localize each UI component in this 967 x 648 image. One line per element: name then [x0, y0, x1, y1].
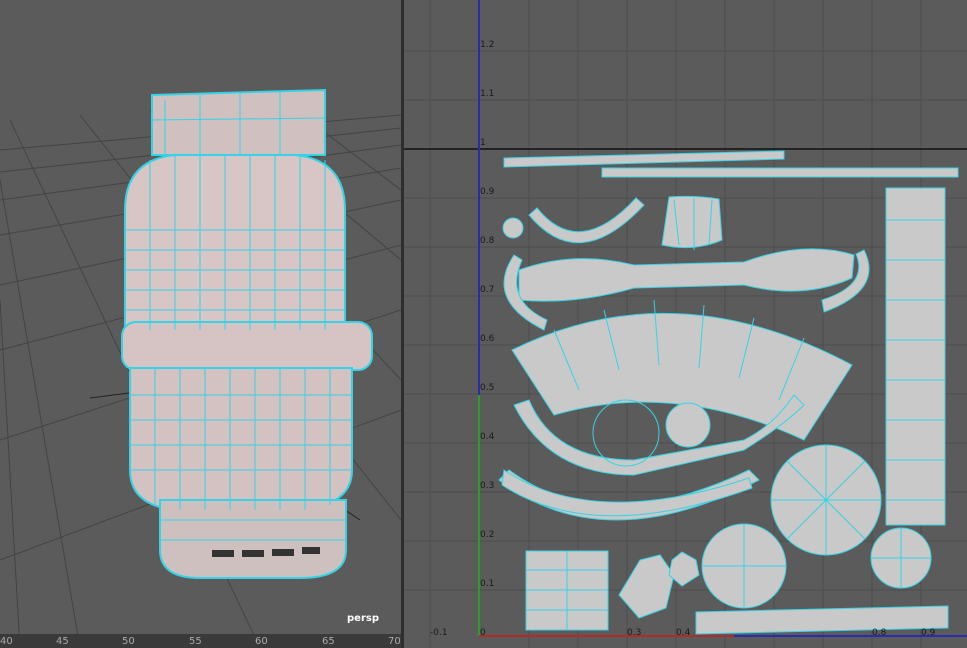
uv-editor[interactable]: 1.2 1.1 1 0.9 0.8 0.7 0.6 0.5 0.4 0.3 0.… — [404, 0, 967, 648]
gas-tank-model[interactable] — [121, 88, 373, 579]
v-tick-label: 0.2 — [480, 530, 495, 540]
v-tick-label: 0.8 — [480, 236, 495, 246]
u-tick-label: 0.9 — [921, 628, 936, 638]
v-tick-label: 0.4 — [480, 432, 495, 442]
u-tick-label: 0 — [480, 628, 486, 638]
v-tick-label: 1.2 — [480, 40, 495, 50]
u-tick-label: 0.3 — [627, 628, 642, 638]
timeline-tick: 70 — [388, 636, 401, 647]
v-tick-label: 1 — [480, 138, 486, 148]
timeline-tick: 65 — [322, 636, 335, 647]
timeline-tick: 60 — [255, 636, 268, 647]
v-tick-label: 0.3 — [480, 481, 495, 491]
v-tick-label: 0.1 — [480, 579, 495, 589]
timeline-tick: 45 — [56, 636, 69, 647]
scene-canvas[interactable] — [0, 0, 401, 648]
timeline-tick: 55 — [189, 636, 202, 647]
v-tick-label: 0.9 — [480, 187, 495, 197]
timeline-tick: 50 — [122, 636, 135, 647]
u-tick-label: -0.1 — [430, 628, 448, 638]
uv-shells[interactable] — [498, 150, 959, 635]
timeline-ruler[interactable]: 40 45 50 55 60 65 70 — [0, 634, 401, 648]
v-tick-label: 0.7 — [480, 285, 495, 295]
u-tick-label: 0.8 — [872, 628, 887, 638]
perspective-viewport[interactable]: persp 40 45 50 55 60 65 70 — [0, 0, 401, 648]
camera-label: persp — [347, 613, 379, 624]
v-tick-label: 1.1 — [480, 89, 495, 99]
v-tick-label: 0.6 — [480, 334, 495, 344]
v-tick-label: 0.5 — [480, 383, 495, 393]
timeline-tick: 40 — [0, 636, 13, 647]
u-tick-label: 0.4 — [676, 628, 691, 638]
